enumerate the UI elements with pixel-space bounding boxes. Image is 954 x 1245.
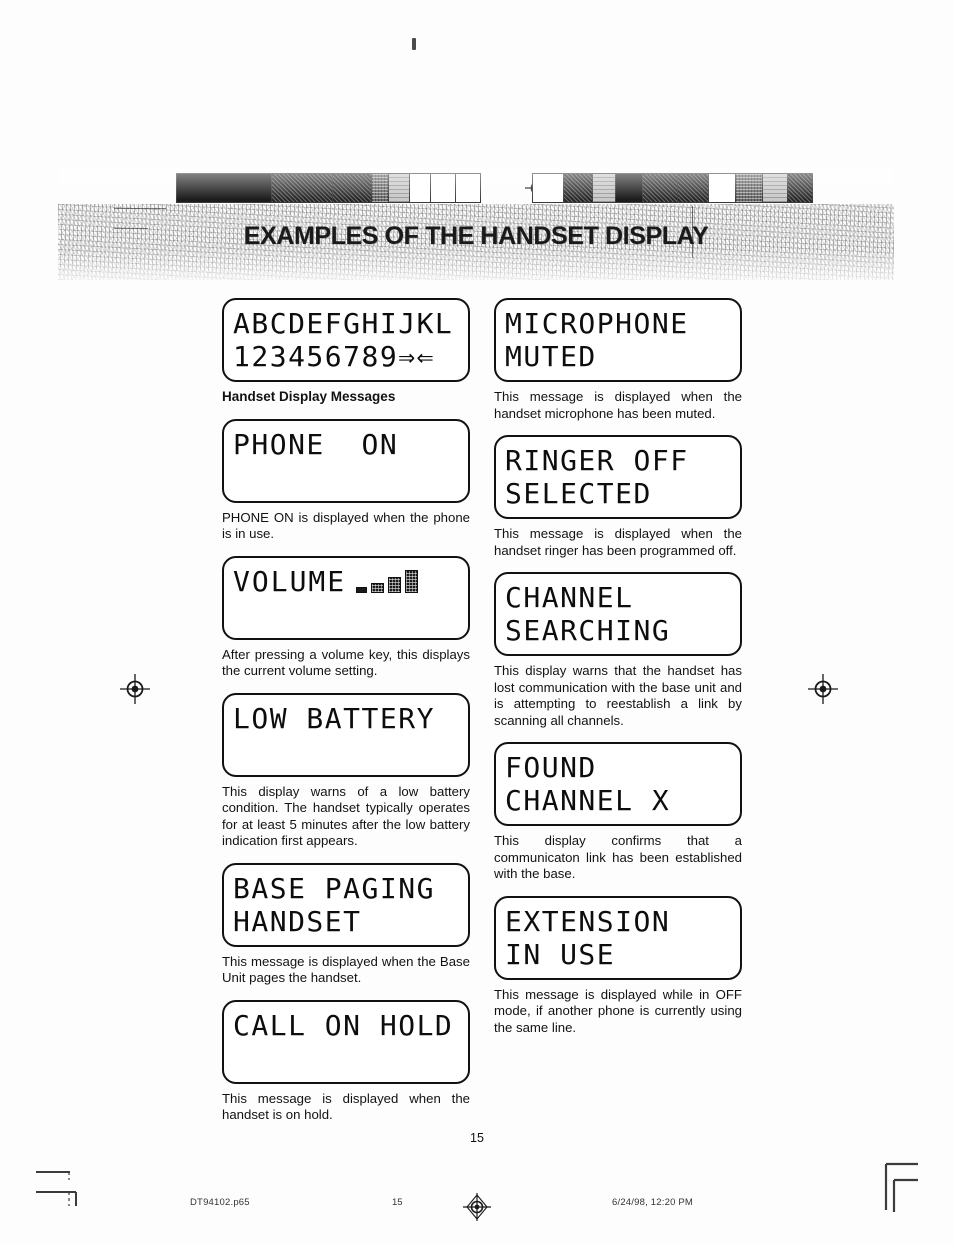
crop-mark-icon-bottom-left xyxy=(36,1166,84,1210)
display-example-microphone-muted: MICROPHONE MUTED This message is display… xyxy=(494,298,742,422)
volume-bar xyxy=(356,586,368,593)
lcd-blank-line xyxy=(233,461,459,494)
lcd-screen: CALL ON HOLD xyxy=(222,999,470,1084)
lcd-line: MICROPHONE xyxy=(505,307,689,340)
lcd-line: MUTED xyxy=(505,340,597,373)
lcd-line: LOW BATTERY xyxy=(233,701,435,735)
scan-fade-overlay xyxy=(58,168,894,280)
lcd-screen: RINGER OFF SELECTED xyxy=(494,435,742,519)
lcd-text: VOLUME xyxy=(233,564,347,598)
display-example-phone-on: PHONE ON PHONE ON is displayed when the … xyxy=(222,418,470,543)
lcd-line: SELECTED xyxy=(505,477,652,510)
example-caption: This message is displayed when the hands… xyxy=(222,1090,470,1123)
scanned-page: EXAMPLES OF THE HANDSET DISPLAY ABCDEFGH… xyxy=(0,0,954,1245)
lcd-line: CALL ON HOLD xyxy=(233,1008,454,1042)
page-header-banner: EXAMPLES OF THE HANDSET DISPLAY xyxy=(58,168,894,280)
display-example-volume: VOLUME After pressing a volume key, this… xyxy=(222,555,470,680)
volume-bar-graph-icon xyxy=(356,569,422,593)
lcd-screen: EXTENSION IN USE xyxy=(494,895,742,980)
lcd-screen: ABCDEFGHIJKL 123456789⇒⇐ xyxy=(222,298,470,382)
footer-file-name: DT94102.p65 xyxy=(190,1197,250,1208)
footer-sheet-number: 15 xyxy=(392,1197,403,1208)
example-caption: PHONE ON is displayed when the phone is … xyxy=(222,509,470,542)
registration-target-icon-footer xyxy=(462,1192,492,1222)
display-example-extension-in-use: EXTENSION IN USE This message is display… xyxy=(494,895,742,1037)
example-caption: This message is displayed when the hands… xyxy=(494,389,742,421)
display-example-charset: ABCDEFGHIJKL 123456789⇒⇐ Handset Display… xyxy=(222,298,470,406)
left-column: ABCDEFGHIJKL 123456789⇒⇐ Handset Display… xyxy=(222,298,470,1137)
display-example-channel-searching: CHANNEL SEARCHING This display warns tha… xyxy=(494,572,742,729)
example-caption: Handset Display Messages xyxy=(222,389,396,404)
lcd-blank-line xyxy=(233,1042,459,1075)
lcd-line: VOLUME xyxy=(233,565,459,598)
lcd-line: SEARCHING xyxy=(505,614,671,647)
lcd-screen: LOW BATTERY xyxy=(222,692,470,777)
lcd-line: HANDSET xyxy=(233,904,362,938)
lcd-line: RINGER OFF xyxy=(505,444,689,477)
example-caption: This message is displayed while in OFF m… xyxy=(494,986,742,1035)
footer-timestamp: 6/24/98, 12:20 PM xyxy=(612,1197,694,1208)
crop-mark-icon-bottom-right xyxy=(868,1160,920,1216)
example-caption: This display warns of a low battery cond… xyxy=(222,783,470,849)
example-caption: This display confirms that a communicato… xyxy=(494,833,742,881)
lcd-screen: MICROPHONE MUTED xyxy=(494,298,742,382)
lcd-line: CHANNEL X xyxy=(505,784,671,817)
display-example-base-paging-handset: BASE PAGING HANDSET This message is disp… xyxy=(222,862,470,987)
lcd-blank-line xyxy=(233,735,459,768)
ink-speck-mark xyxy=(412,38,416,50)
example-caption: This message is displayed when the Base … xyxy=(222,953,470,986)
lcd-screen: BASE PAGING HANDSET xyxy=(222,862,470,947)
lcd-screen: CHANNEL SEARCHING xyxy=(494,572,742,656)
display-example-call-on-hold: CALL ON HOLD This message is displayed w… xyxy=(222,999,470,1124)
lcd-line: IN USE xyxy=(505,937,616,971)
volume-bar xyxy=(388,576,402,593)
display-example-ringer-off-selected: RINGER OFF SELECTED This message is disp… xyxy=(494,435,742,559)
lcd-blank-line xyxy=(233,598,459,631)
lcd-line: BASE PAGING xyxy=(233,871,435,905)
lcd-screen: PHONE ON xyxy=(222,418,470,503)
lcd-line: EXTENSION xyxy=(505,904,671,938)
example-caption: This message is displayed when the hands… xyxy=(494,526,742,558)
example-caption: This display warns that the handset has … xyxy=(494,663,742,728)
lcd-line: ABCDEFGHIJKL xyxy=(233,307,454,340)
registration-target-icon-left xyxy=(118,672,152,706)
lcd-line: 123456789⇒⇐ xyxy=(233,340,435,373)
lcd-line: FOUND xyxy=(505,751,597,784)
lcd-screen: FOUND CHANNEL X xyxy=(494,742,742,826)
right-column: MICROPHONE MUTED This message is display… xyxy=(494,298,742,1049)
volume-bar xyxy=(371,582,385,593)
page-number: 15 xyxy=(470,1131,484,1145)
registration-target-icon-right xyxy=(806,672,840,706)
lcd-line: CHANNEL xyxy=(505,581,634,614)
display-example-found-channel: FOUND CHANNEL X This display confirms th… xyxy=(494,742,742,883)
display-example-low-battery: LOW BATTERY This display warns of a low … xyxy=(222,692,470,850)
lcd-line: PHONE ON xyxy=(233,427,399,461)
lcd-screen: VOLUME xyxy=(222,555,470,640)
volume-bar xyxy=(405,569,419,593)
example-caption: After pressing a volume key, this displa… xyxy=(222,646,470,679)
